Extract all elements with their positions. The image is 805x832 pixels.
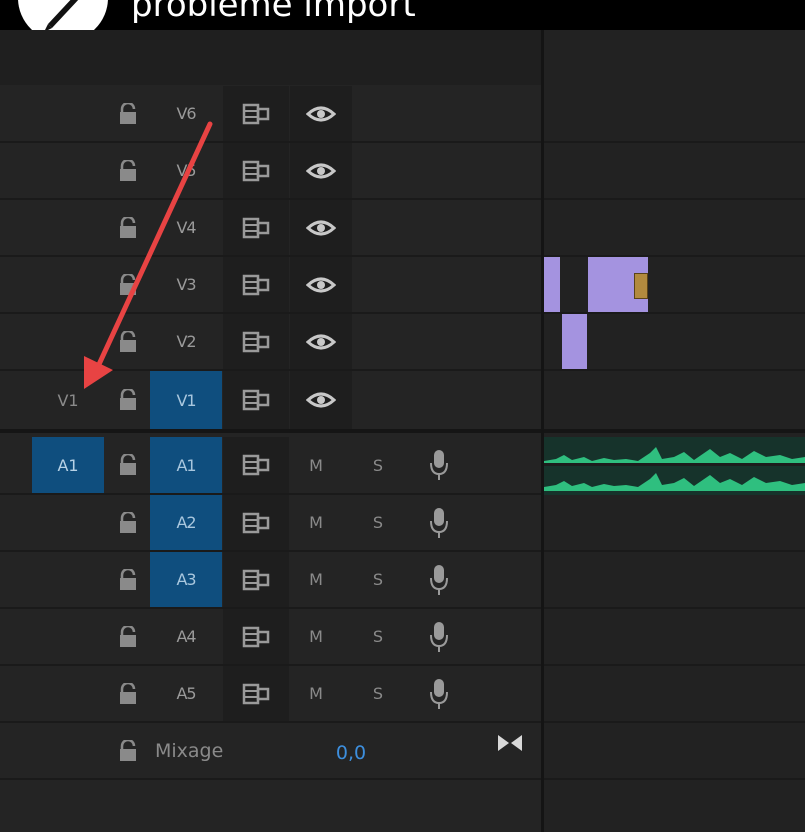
annotation-arrow [84,121,213,389]
